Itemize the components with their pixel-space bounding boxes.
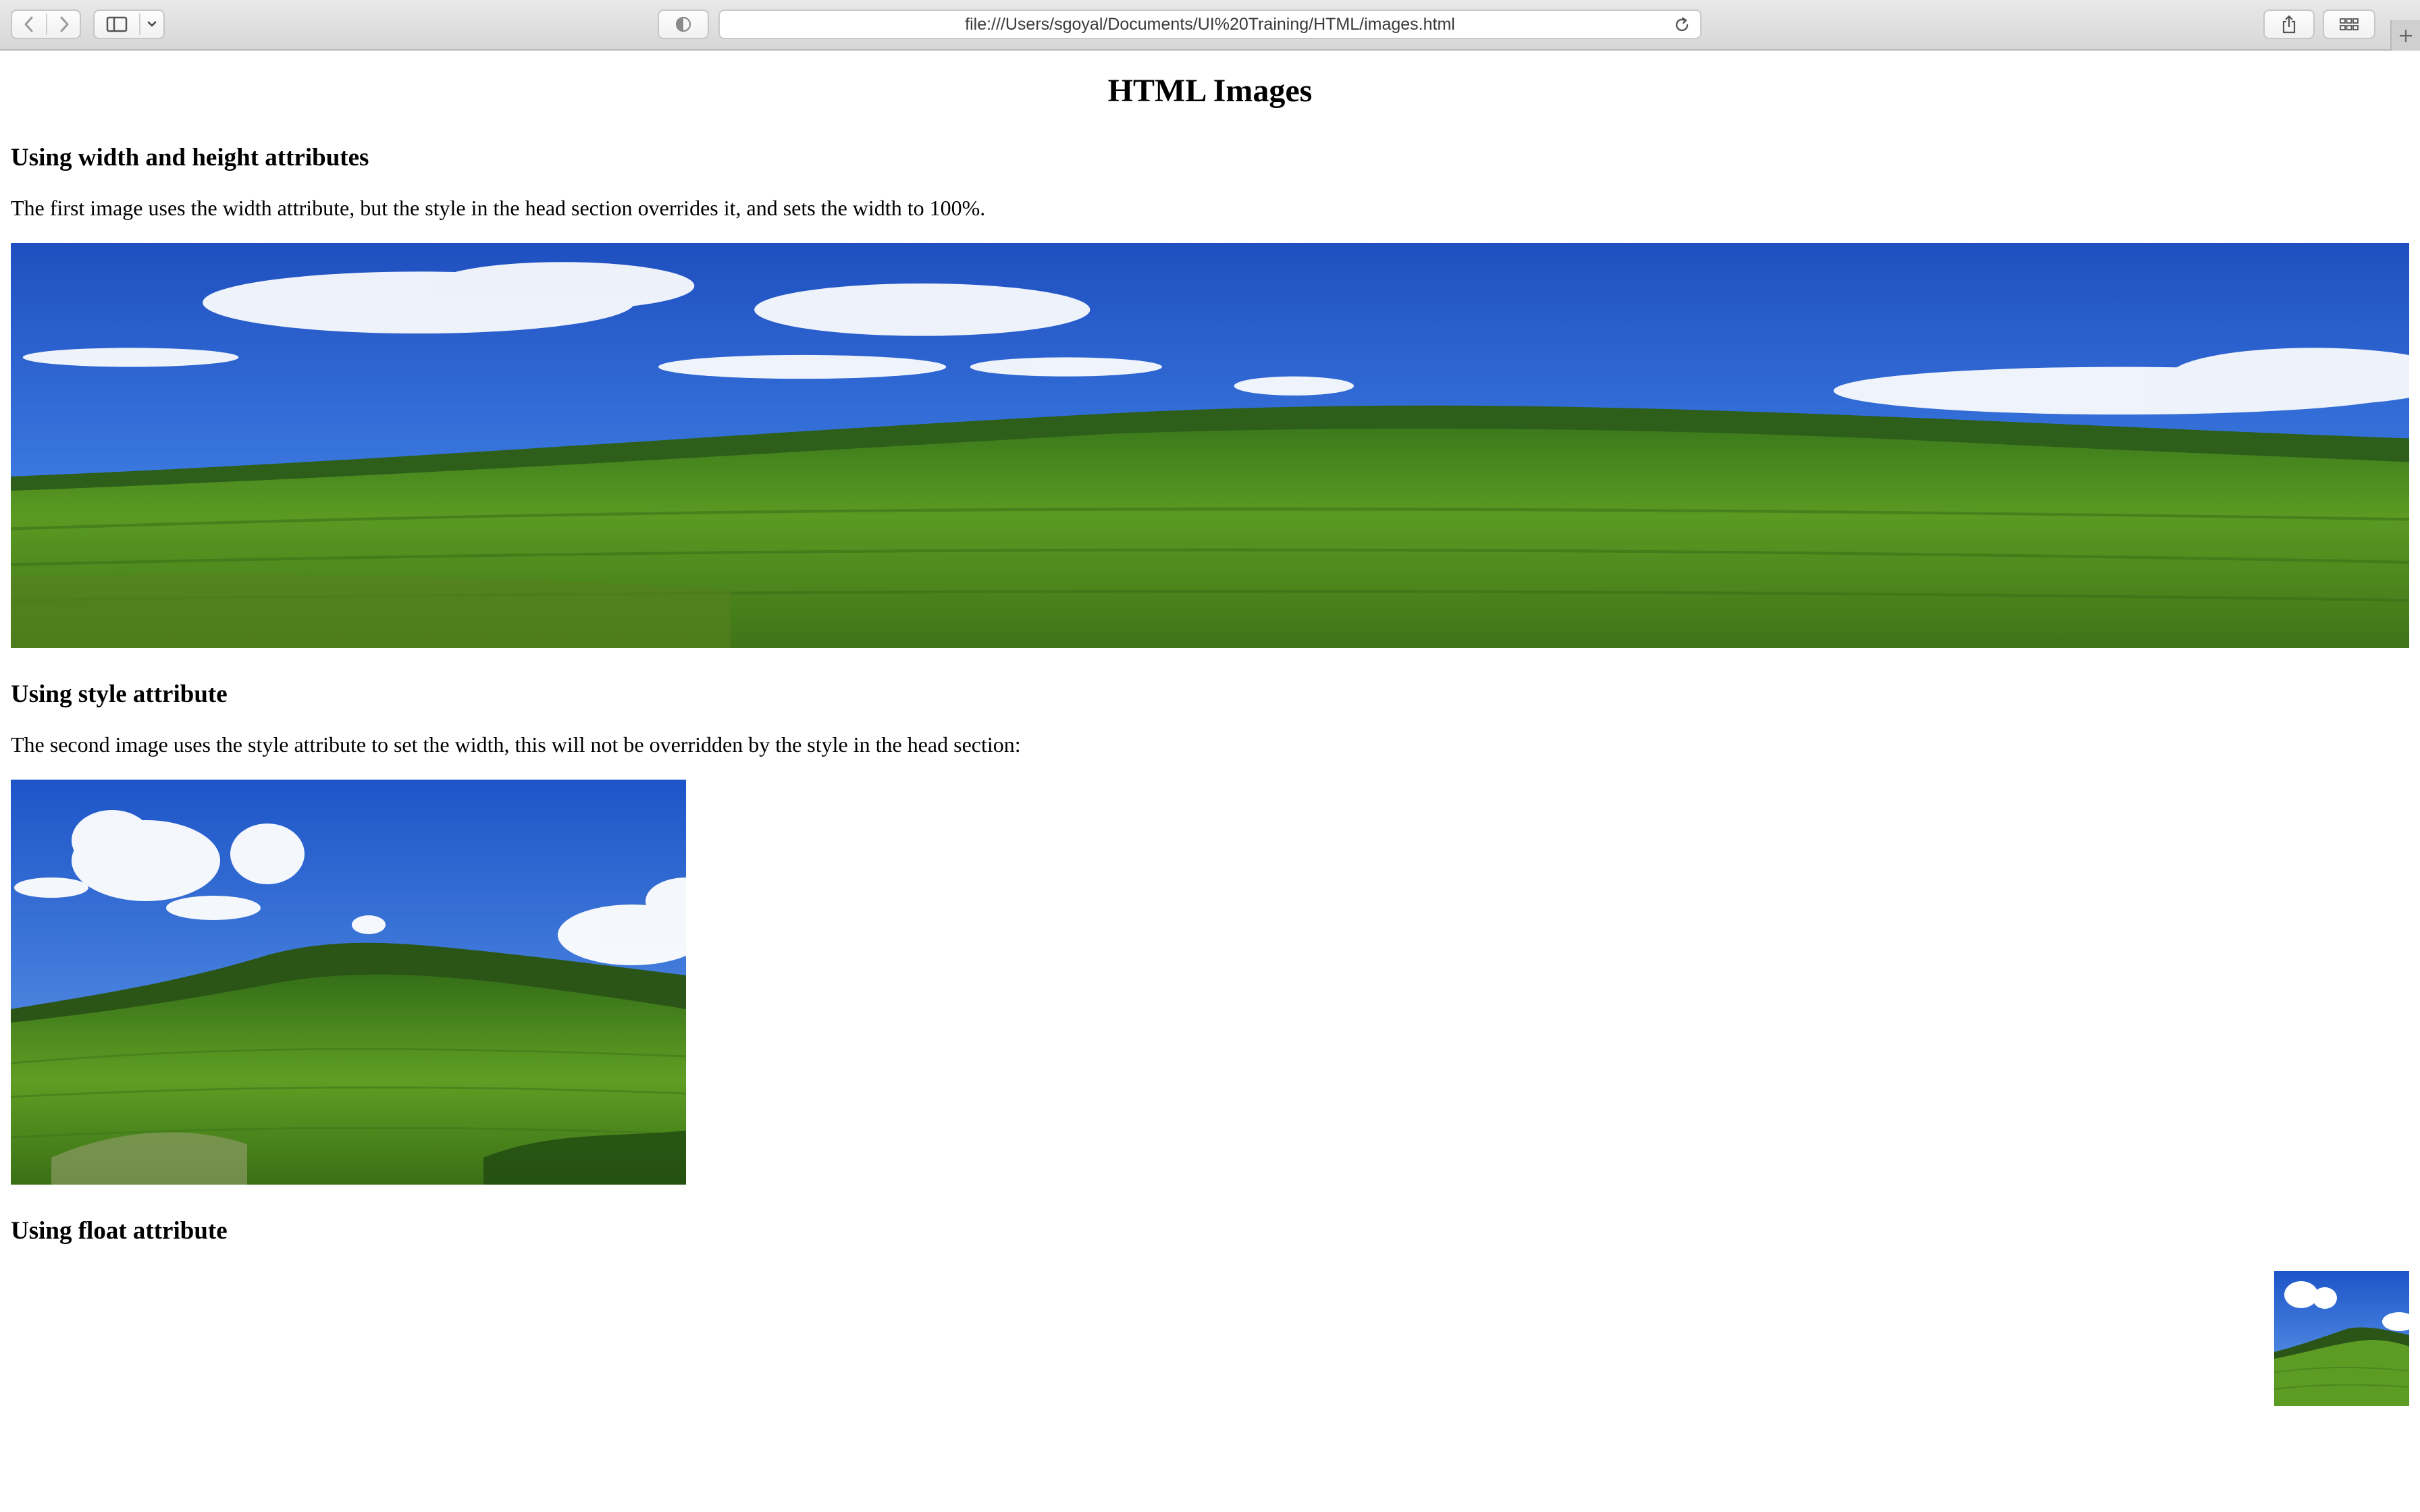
browser-toolbar: file:///Users/sgoyal/Documents/UI%20Trai… <box>0 0 2420 51</box>
address-url: file:///Users/sgoyal/Documents/UI%20Trai… <box>965 14 1455 34</box>
sidebar-button-group <box>93 9 165 39</box>
privacy-shield-icon <box>675 16 691 32</box>
back-icon <box>24 16 33 32</box>
landscape-image-styled <box>11 780 686 1185</box>
back-button[interactable] <box>12 11 46 38</box>
tab-overview-icon <box>2340 18 2359 30</box>
landscape-image-floated <box>2274 1271 2409 1406</box>
sidebar-menu-button[interactable] <box>140 11 163 38</box>
section-text-style: The second image uses the style attribut… <box>11 732 1021 757</box>
forward-button[interactable] <box>47 11 81 38</box>
share-icon <box>2282 15 2296 34</box>
forward-icon <box>60 16 69 32</box>
new-tab-button[interactable] <box>2390 20 2420 51</box>
chevron-down-icon <box>147 21 157 27</box>
page-title: HTML Images <box>1107 73 1313 109</box>
nav-button-group <box>11 9 81 39</box>
section-heading-style: Using style attribute <box>11 680 228 708</box>
sidebar-button[interactable] <box>95 11 139 38</box>
tab-overview-button[interactable] <box>2323 9 2375 39</box>
section-heading-float: Using float attribute <box>11 1217 228 1245</box>
section-heading-width-height: Using width and height attributes <box>11 144 369 171</box>
new-tab-icon <box>2400 29 2412 42</box>
privacy-report-button[interactable] <box>658 9 709 39</box>
address-bar[interactable]: file:///Users/sgoyal/Documents/UI%20Trai… <box>718 9 1702 39</box>
landscape-image-full-width <box>11 243 2409 648</box>
section-text-width-height: The first image uses the width attribute… <box>11 196 986 220</box>
reload-button[interactable] <box>1672 15 1692 35</box>
reload-icon <box>1675 17 1689 32</box>
sidebar-icon <box>106 16 128 32</box>
share-button[interactable] <box>2263 9 2315 39</box>
